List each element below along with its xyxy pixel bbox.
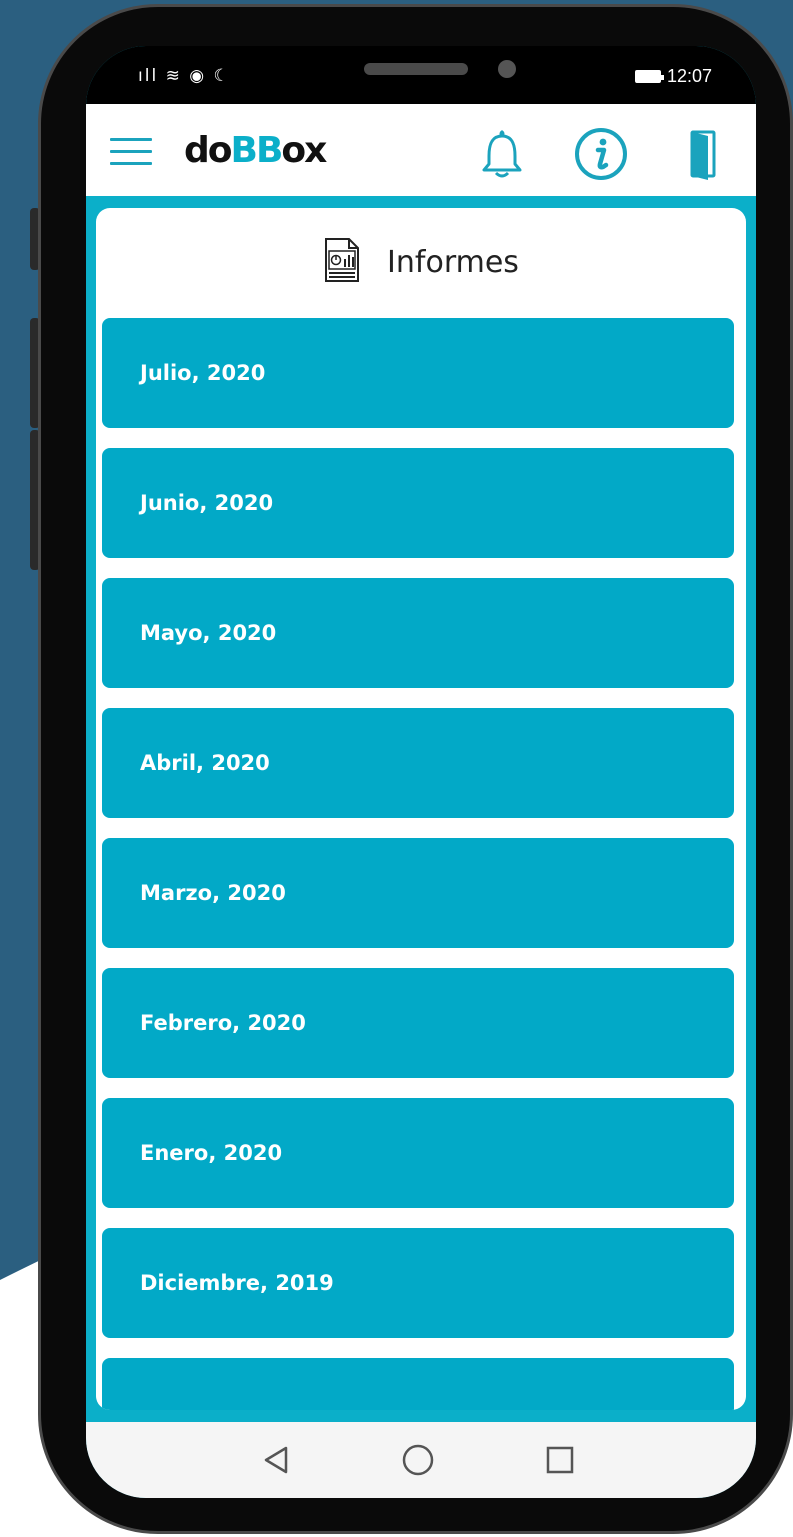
speaker-grille [364, 63, 468, 75]
reports-card: Informes Julio, 2020 Junio, 2020 Mayo, 2… [96, 208, 746, 1410]
status-bar: ıll ≋ ◉ ☾ 12:07 [86, 46, 756, 104]
bell-icon[interactable] [474, 126, 530, 182]
phone-screen: ıll ≋ ◉ ☾ 12:07 doBBox Informes Julio, 2… [86, 46, 756, 1498]
system-nav-bar [86, 1422, 756, 1498]
back-triangle-icon[interactable] [258, 1442, 294, 1478]
battery-icon [634, 70, 664, 83]
months-list: Julio, 2020 Junio, 2020 Mayo, 2020 Abril… [102, 318, 734, 1410]
app-bar: doBBox [86, 104, 756, 196]
list-item[interactable]: Marzo, 2020 [102, 838, 734, 948]
list-item[interactable]: Junio, 2020 [102, 448, 734, 558]
info-icon[interactable] [573, 126, 629, 182]
list-item[interactable]: Febrero, 2020 [102, 968, 734, 1078]
report-document-icon [323, 237, 361, 287]
door-icon[interactable] [682, 126, 738, 182]
list-item[interactable]: Abril, 2020 [102, 708, 734, 818]
list-item[interactable]: Mayo, 2020 [102, 578, 734, 688]
status-right: 12:07 [634, 66, 712, 87]
page-title: Informes [387, 244, 519, 280]
home-circle-icon[interactable] [400, 1442, 436, 1478]
list-item[interactable] [102, 1358, 734, 1410]
list-item[interactable]: Enero, 2020 [102, 1098, 734, 1208]
status-indicators: ıll ≋ ◉ ☾ [138, 66, 231, 86]
front-camera [498, 60, 516, 78]
list-item[interactable]: Julio, 2020 [102, 318, 734, 428]
card-header: Informes [96, 208, 746, 316]
menu-icon[interactable] [110, 138, 152, 166]
list-item[interactable]: Diciembre, 2019 [102, 1228, 734, 1338]
status-time: 12:07 [666, 66, 712, 86]
recents-square-icon[interactable] [542, 1442, 578, 1478]
app-logo: doBBox [184, 130, 327, 171]
